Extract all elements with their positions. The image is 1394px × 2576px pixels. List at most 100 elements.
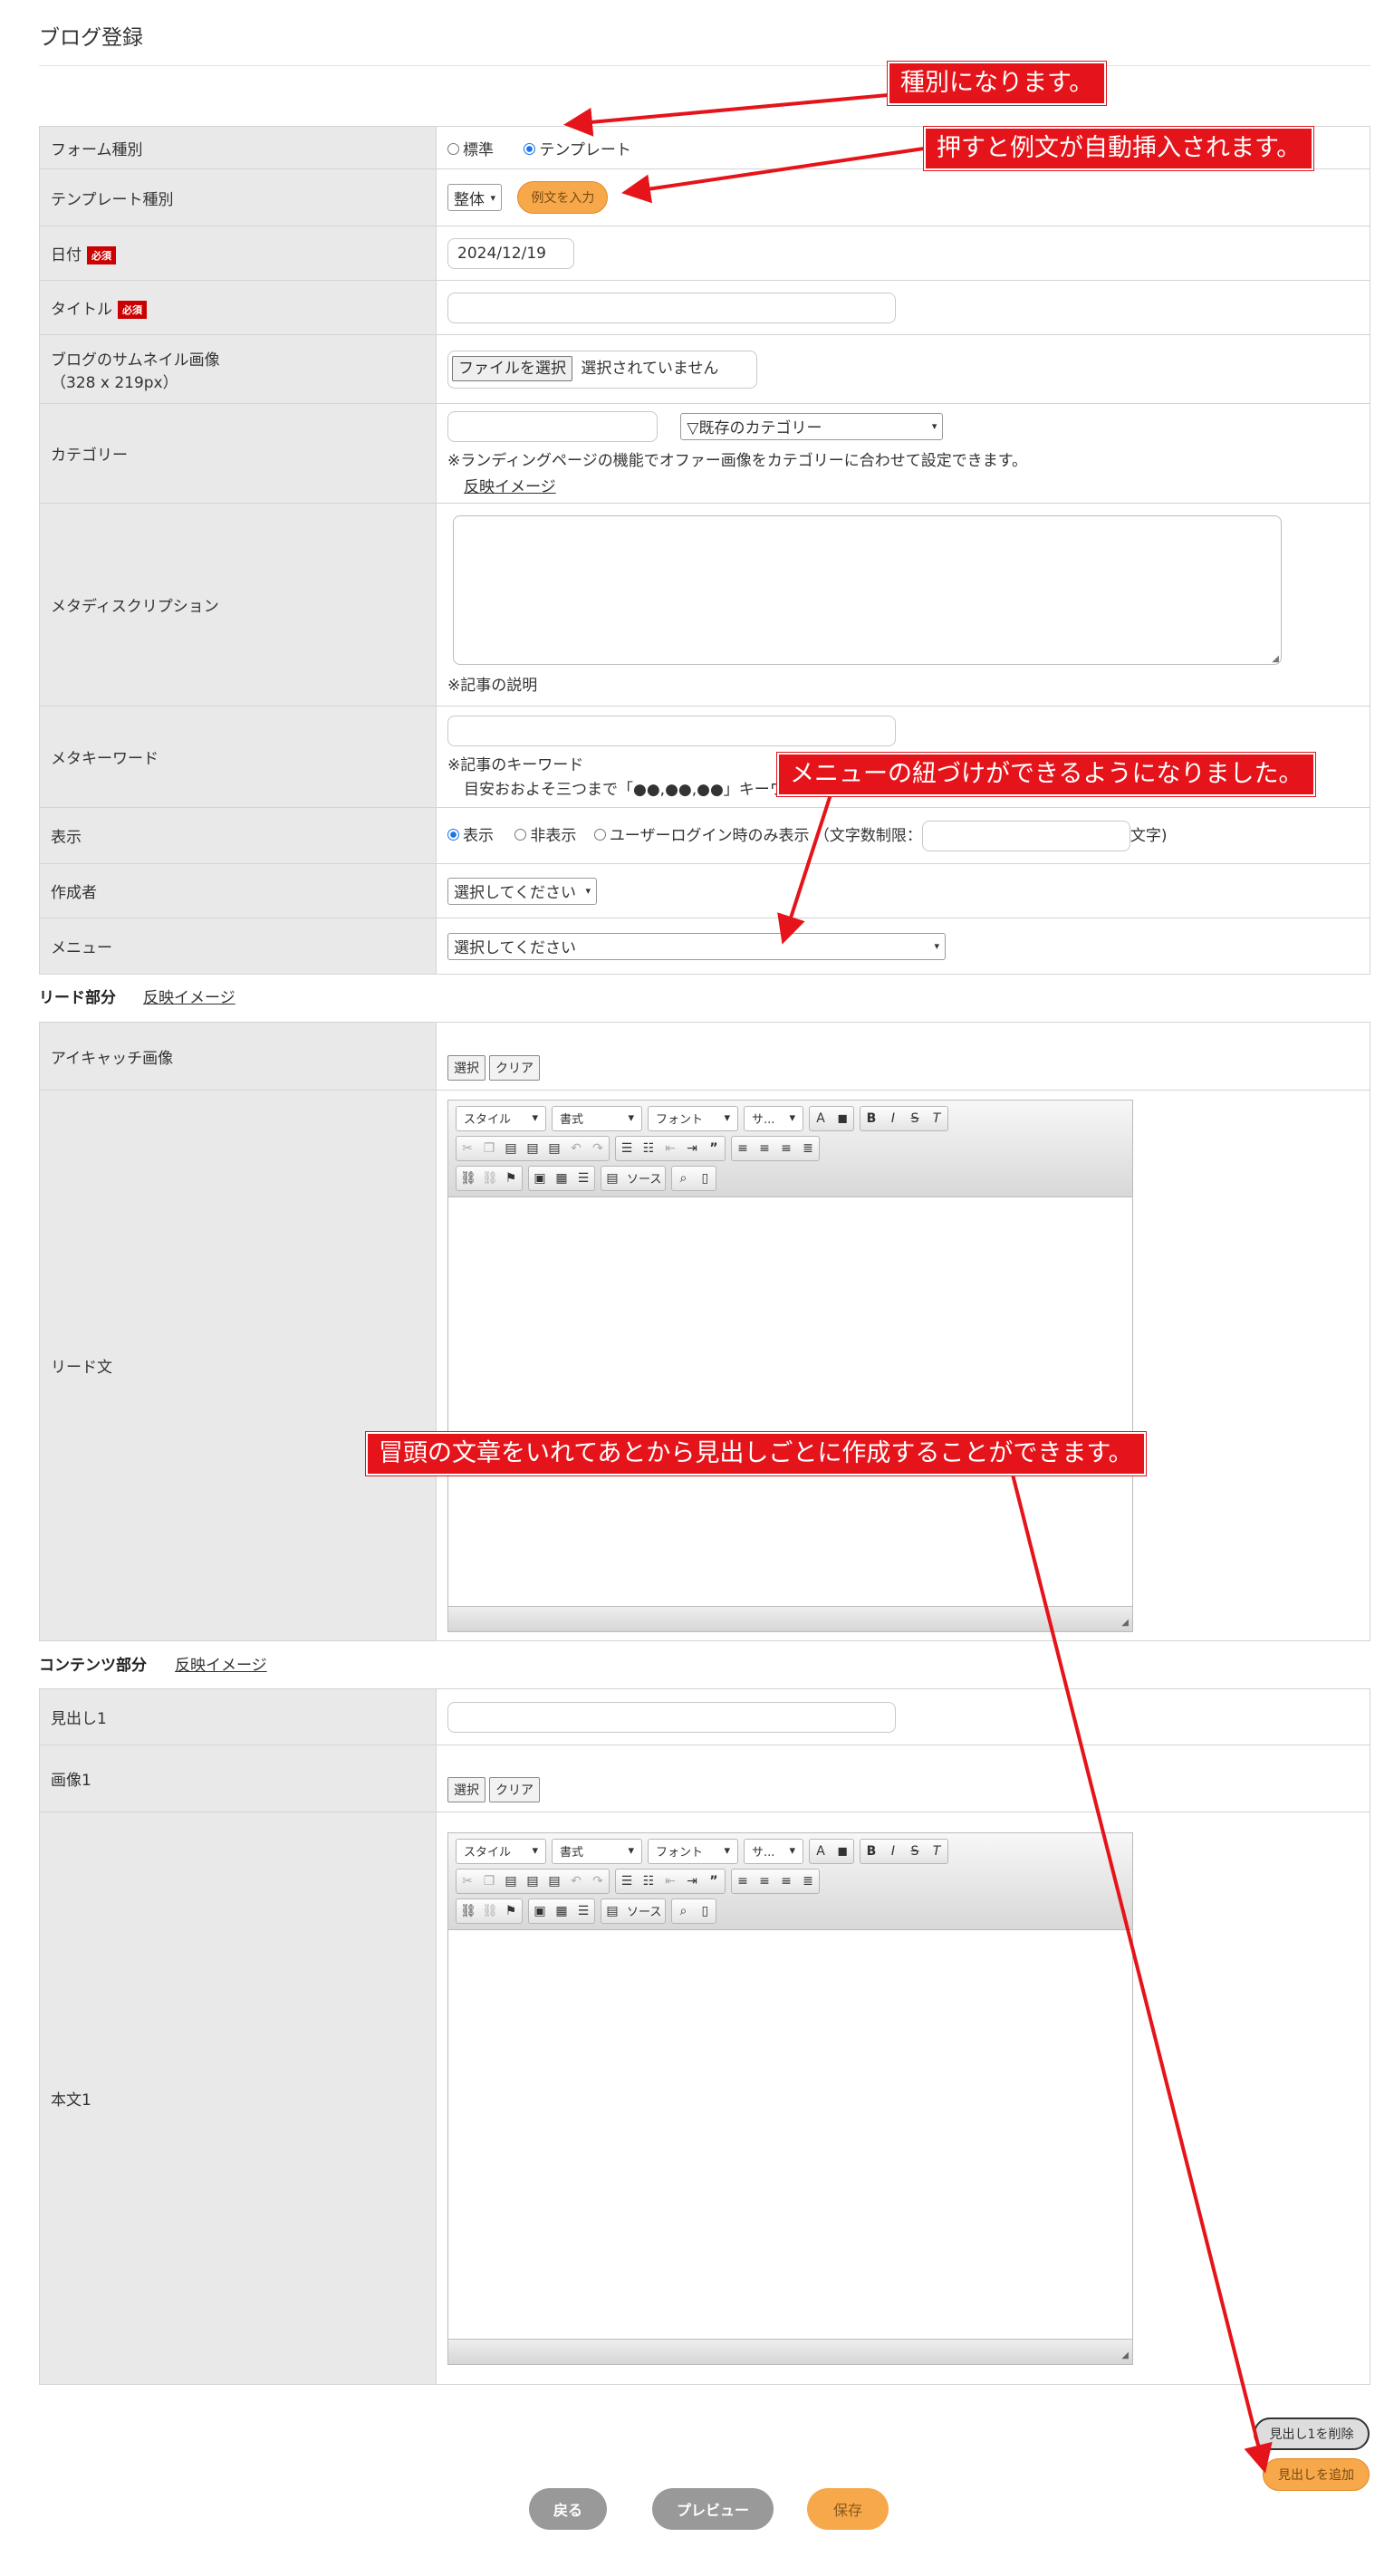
preview-icon[interactable]: ⌕ bbox=[676, 1171, 690, 1186]
blockquote-icon[interactable]: ” bbox=[707, 1141, 721, 1156]
unlink-icon[interactable]: ⛓ bbox=[482, 1904, 498, 1918]
image-icon[interactable]: ▣ bbox=[533, 1904, 547, 1918]
radio-standard-circle[interactable] bbox=[447, 143, 459, 155]
radio-display[interactable] bbox=[447, 829, 459, 841]
radio-template[interactable]: テンプレート bbox=[524, 141, 631, 159]
link-icon[interactable]: ⛓ bbox=[460, 1904, 476, 1918]
table-icon[interactable]: ▦ bbox=[554, 1171, 569, 1186]
title-input[interactable] bbox=[447, 292, 896, 323]
back-button[interactable]: 戻る bbox=[529, 2488, 607, 2530]
preview-icon[interactable]: ⌕ bbox=[676, 1904, 690, 1918]
insert-example-button[interactable]: 例文を入力 bbox=[517, 181, 609, 214]
delete-heading-button[interactable]: 見出し1を削除 bbox=[1254, 2417, 1370, 2450]
align-center-icon[interactable]: ≡ bbox=[757, 1141, 772, 1156]
bullet-list-icon[interactable]: ☷ bbox=[641, 1141, 656, 1156]
lead-rich-editor[interactable]: スタイル ▾ 書式 ▾ フォント ▾ サ... ▾ A ◼ BIST ✂ ❐ ▤ ▤ ▤ ↶ ↷ ☰ ☷… bbox=[447, 1099, 1133, 1632]
style-dropdown[interactable]: スタイル ▾ bbox=[456, 1838, 546, 1864]
text-color-icon[interactable]: A bbox=[813, 1844, 828, 1859]
category-preview-link[interactable]: 反映イメージ bbox=[464, 474, 1359, 496]
template-icon[interactable]: ▯ bbox=[697, 1171, 712, 1186]
link-icon[interactable]: ⛓ bbox=[460, 1171, 476, 1186]
style-dropdown[interactable]: スタイル ▾ bbox=[456, 1105, 546, 1131]
align-center-icon[interactable]: ≡ bbox=[757, 1874, 772, 1889]
size-dropdown[interactable]: サ... ▾ bbox=[744, 1838, 803, 1864]
existing-category-select[interactable]: ▽既存のカテゴリー ▾ bbox=[680, 412, 944, 440]
bold-icon[interactable]: B bbox=[864, 1844, 879, 1859]
undo-icon[interactable]: ↶ bbox=[569, 1874, 583, 1889]
align-right-icon[interactable]: ≡ bbox=[779, 1141, 793, 1156]
bold-icon[interactable]: B bbox=[864, 1111, 879, 1126]
anchor-flag-icon[interactable]: ⚑ bbox=[504, 1171, 518, 1186]
anchor-flag-icon[interactable]: ⚑ bbox=[504, 1904, 518, 1918]
table-icon[interactable]: ▦ bbox=[554, 1904, 569, 1918]
preview-button[interactable]: プレビュー bbox=[652, 2488, 774, 2530]
bg-color-icon[interactable]: ◼ bbox=[835, 1844, 850, 1859]
font-dropdown[interactable]: フォント ▾ bbox=[648, 1838, 738, 1864]
indent-icon[interactable]: ⇥ bbox=[685, 1874, 699, 1889]
radio-standard[interactable]: 標準 bbox=[447, 141, 494, 159]
meta-keyword-input[interactable] bbox=[447, 715, 896, 746]
align-right-icon[interactable]: ≡ bbox=[779, 1874, 793, 1889]
resize-grip-icon[interactable]: ◢ bbox=[1121, 1618, 1129, 1628]
eyecatch-clear-button[interactable]: クリア bbox=[489, 1055, 540, 1081]
copy-icon[interactable]: ❐ bbox=[482, 1141, 496, 1156]
remove-format-icon[interactable]: T bbox=[929, 1844, 944, 1859]
horizontal-rule-icon[interactable]: ☰ bbox=[576, 1904, 591, 1918]
category-input[interactable] bbox=[447, 410, 658, 442]
outdent-icon[interactable]: ⇤ bbox=[663, 1874, 678, 1889]
cut-icon[interactable]: ✂ bbox=[460, 1141, 475, 1156]
cut-icon[interactable]: ✂ bbox=[460, 1874, 475, 1889]
image-clear-button[interactable]: クリア bbox=[489, 1777, 540, 1802]
align-justify-icon[interactable]: ≣ bbox=[801, 1874, 815, 1889]
date-input[interactable]: 2024/12/19 bbox=[447, 237, 574, 269]
size-dropdown[interactable]: サ... ▾ bbox=[744, 1105, 803, 1131]
horizontal-rule-icon[interactable]: ☰ bbox=[576, 1171, 591, 1186]
bg-color-icon[interactable]: ◼ bbox=[835, 1111, 850, 1126]
image-select-button[interactable]: 選択 bbox=[447, 1777, 485, 1802]
numbered-list-icon[interactable]: ☰ bbox=[620, 1141, 634, 1156]
paste-text-icon[interactable]: ▤ bbox=[525, 1141, 540, 1156]
italic-icon[interactable]: I bbox=[886, 1844, 900, 1859]
radio-hidden[interactable] bbox=[514, 829, 527, 841]
remove-format-icon[interactable]: T bbox=[929, 1111, 944, 1126]
char-limit-input[interactable] bbox=[921, 820, 1130, 851]
numbered-list-icon[interactable]: ☰ bbox=[620, 1874, 634, 1889]
template-type-select[interactable]: 整体 ▾ bbox=[447, 184, 502, 211]
image-icon[interactable]: ▣ bbox=[533, 1171, 547, 1186]
format-dropdown[interactable]: 書式 ▾ bbox=[552, 1838, 642, 1864]
source-button-label[interactable]: ソース bbox=[627, 1169, 661, 1187]
text-color-icon[interactable]: A bbox=[813, 1111, 828, 1126]
outdent-icon[interactable]: ⇤ bbox=[663, 1141, 678, 1156]
paste-text-icon[interactable]: ▤ bbox=[525, 1874, 540, 1889]
resize-grip-icon[interactable]: ◢ bbox=[1121, 2350, 1129, 2360]
meta-description-textarea[interactable]: ◢ bbox=[453, 514, 1282, 665]
redo-icon[interactable]: ↷ bbox=[591, 1874, 605, 1889]
source-icon[interactable]: ▤ bbox=[605, 1171, 620, 1186]
copy-icon[interactable]: ❐ bbox=[482, 1874, 496, 1889]
choose-file-button[interactable]: ファイルを選択 bbox=[452, 355, 572, 381]
lead-preview-link[interactable]: 反映イメージ bbox=[143, 985, 236, 1007]
menu-select[interactable]: 選択してください ▾ bbox=[447, 932, 946, 960]
paste-word-icon[interactable]: ▤ bbox=[547, 1141, 562, 1156]
strike-icon[interactable]: S bbox=[908, 1844, 922, 1859]
italic-icon[interactable]: I bbox=[886, 1111, 900, 1126]
paste-icon[interactable]: ▤ bbox=[504, 1141, 518, 1156]
format-dropdown[interactable]: 書式 ▾ bbox=[552, 1105, 642, 1131]
undo-icon[interactable]: ↶ bbox=[569, 1141, 583, 1156]
eyecatch-select-button[interactable]: 選択 bbox=[447, 1055, 485, 1081]
paste-word-icon[interactable]: ▤ bbox=[547, 1874, 562, 1889]
unlink-icon[interactable]: ⛓ bbox=[482, 1171, 498, 1186]
radio-login-only[interactable] bbox=[593, 829, 606, 841]
add-heading-button[interactable]: 見出しを追加 bbox=[1263, 2458, 1370, 2491]
align-left-icon[interactable]: ≡ bbox=[735, 1874, 750, 1889]
save-button[interactable]: 保存 bbox=[807, 2488, 889, 2530]
source-button-label[interactable]: ソース bbox=[627, 1902, 661, 1919]
redo-icon[interactable]: ↷ bbox=[591, 1141, 605, 1156]
indent-icon[interactable]: ⇥ bbox=[685, 1141, 699, 1156]
bullet-list-icon[interactable]: ☷ bbox=[641, 1874, 656, 1889]
align-left-icon[interactable]: ≡ bbox=[735, 1141, 750, 1156]
thumbnail-file-input[interactable]: ファイルを選択 選択されていません bbox=[447, 350, 757, 389]
template-icon[interactable]: ▯ bbox=[697, 1904, 712, 1918]
heading-input[interactable] bbox=[447, 1701, 896, 1733]
source-icon[interactable]: ▤ bbox=[605, 1904, 620, 1918]
